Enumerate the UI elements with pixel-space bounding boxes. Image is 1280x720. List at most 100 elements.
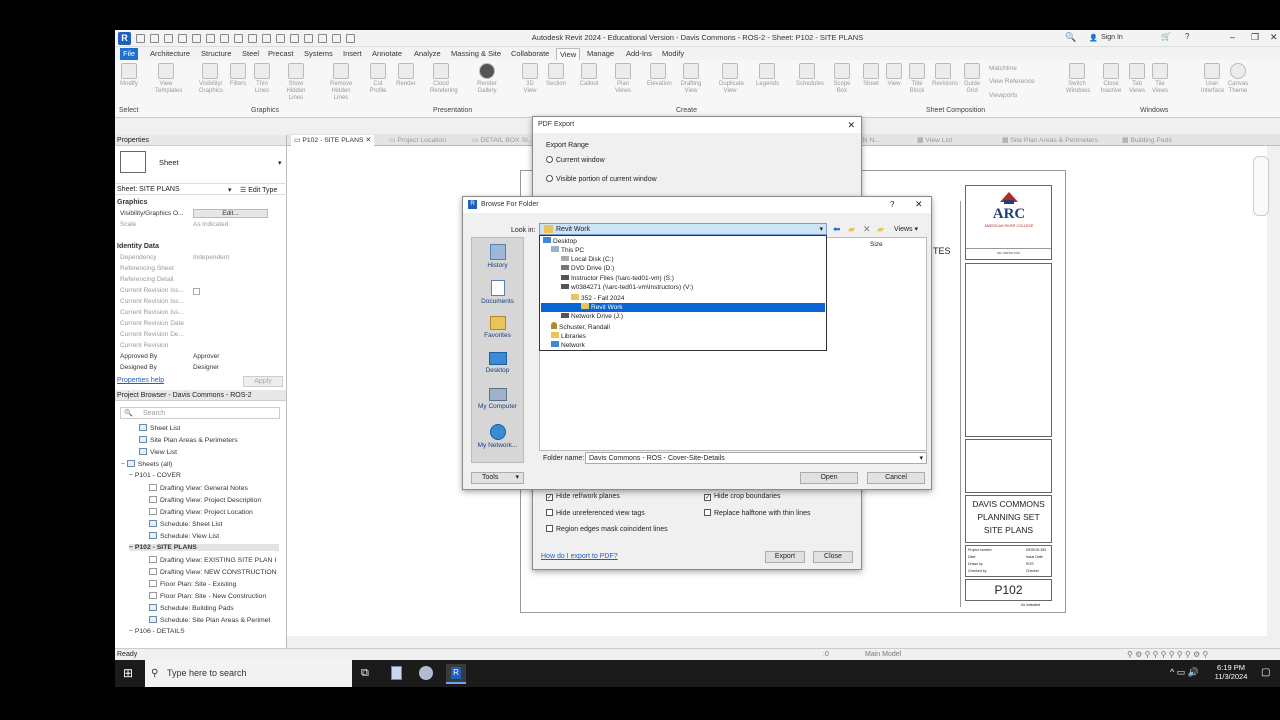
prop-rev-desc[interactable]: Current Revision De... xyxy=(117,330,275,340)
tree-item[interactable]: Drafting View: Project Description xyxy=(149,496,261,504)
selection-filter-icon[interactable]: ⚲ ⚙ ⚲ ⚲ ⚲ ⚲ ⚲ ⚲ ⚙ ⚲ xyxy=(1127,650,1208,659)
panel-select[interactable]: Select xyxy=(119,107,138,114)
instance-selector[interactable]: Sheet: SITE PLANS ▾ ☰ Edit Type xyxy=(115,183,287,195)
3d-view-tool[interactable]: 3D View xyxy=(519,63,541,95)
visibility-graphics-tool[interactable]: Visibility/ Graphics xyxy=(199,63,223,95)
folder-instructor-files[interactable]: Instructor Files (\\arc-ted01-vm) (S:) xyxy=(561,275,674,282)
remove-hidden-lines-tool[interactable]: Remove Hidden Lines xyxy=(330,63,352,102)
scope-box-tool[interactable]: Scope Box xyxy=(831,63,853,95)
rev-issued-checkbox[interactable] xyxy=(193,288,200,295)
place-documents[interactable]: Documents xyxy=(472,280,523,305)
export-button[interactable]: Export xyxy=(765,551,805,563)
viewports-tool[interactable]: Viewports xyxy=(989,92,1017,99)
tab-steel[interactable]: Steel xyxy=(239,48,262,60)
duplicate-view-tool[interactable]: Duplicate View xyxy=(719,63,744,95)
thin-lines-tool[interactable]: Thin Lines xyxy=(251,63,273,95)
tab-modify[interactable]: Modify xyxy=(659,48,687,60)
current-window-radio[interactable]: Current window xyxy=(546,156,605,164)
render-tool[interactable]: Render xyxy=(395,63,417,88)
legends-tool[interactable]: Legends xyxy=(756,63,779,88)
tab-precast[interactable]: Precast xyxy=(265,48,296,60)
replace-halftone-checkbox[interactable]: Replace halftone with thin lines xyxy=(704,509,811,517)
windows-start-icon[interactable]: ⊞ xyxy=(123,666,133,680)
views-menu[interactable]: Views ▾ xyxy=(894,225,918,233)
chrome-icon[interactable] xyxy=(419,666,433,680)
search-icon[interactable]: 🔍 xyxy=(1065,32,1076,43)
pdf-close-icon[interactable]: ✕ xyxy=(847,120,855,131)
group-identity-data[interactable]: Identity Data xyxy=(117,243,159,250)
folder-this-pc[interactable]: This PC xyxy=(551,246,584,254)
edit-vg-button[interactable]: Edit... xyxy=(193,209,268,218)
tree-item[interactable]: Floor Plan: Site - New Construction xyxy=(149,592,266,600)
visible-portion-radio[interactable]: Visible portion of current window xyxy=(546,175,657,183)
delete-icon[interactable]: ✕ xyxy=(863,224,871,235)
place-history[interactable]: History xyxy=(472,244,523,269)
tab-analyze[interactable]: Analyze xyxy=(411,48,444,60)
prop-ref-sheet[interactable]: Referencing Sheet xyxy=(117,264,275,274)
browse-close-icon[interactable]: ✕ xyxy=(915,199,923,210)
back-icon[interactable]: ⬅ xyxy=(833,224,841,235)
active-model[interactable]: Main Model xyxy=(865,651,901,658)
prop-rev-date[interactable]: Current Revision Date xyxy=(117,319,275,329)
elevation-tool[interactable]: Elevation xyxy=(647,63,672,88)
notification-icon[interactable]: ▢ xyxy=(1261,667,1270,678)
prop-scale[interactable]: Scale As indicated xyxy=(117,220,275,230)
tab-views-tool[interactable]: Tab Views xyxy=(1126,63,1148,95)
selector-dropdown-icon[interactable]: ▾ xyxy=(228,186,232,194)
switch-windows-tool[interactable]: Switch Windows xyxy=(1066,63,1090,95)
sheet-tool[interactable]: Sheet xyxy=(860,63,882,88)
tab-massing-site[interactable]: Massing & Site xyxy=(448,48,504,60)
tree-item[interactable]: − P106 - DETAILS xyxy=(129,628,185,635)
place-view-tool[interactable]: View xyxy=(883,63,905,88)
prop-rev[interactable]: Current Revision xyxy=(117,341,275,351)
tile-views-tool[interactable]: Tile Views xyxy=(1149,63,1171,95)
tree-item[interactable]: Schedule: View List xyxy=(149,532,219,540)
folder-network-drive[interactable]: Network Drive (J:) xyxy=(561,313,623,320)
folder-352-fall-2024[interactable]: 352 - Fall 2024 xyxy=(571,294,624,302)
user-icon[interactable]: 👤 xyxy=(1089,34,1098,42)
tab-view[interactable]: View xyxy=(556,48,581,60)
view-reference-tool[interactable]: View Reference xyxy=(989,78,1035,85)
folder-libraries[interactable]: Libraries xyxy=(551,332,586,340)
close-tab-icon[interactable]: ✕ xyxy=(365,137,371,144)
tab-annotate[interactable]: Annotate xyxy=(369,48,405,60)
prop-rev-issued-to[interactable]: Current Revision Iss... xyxy=(117,308,275,318)
matchline-tool[interactable]: Matchline xyxy=(989,65,1017,72)
folder-local-disk[interactable]: Local Disk (C:) xyxy=(561,256,614,263)
drafting-view-tool[interactable]: Drafting View xyxy=(680,63,702,95)
browser-search-input[interactable]: 🔍 Search xyxy=(120,407,280,419)
guide-grid-tool[interactable]: Guide Grid xyxy=(961,63,983,95)
up-folder-icon[interactable]: ▰ xyxy=(848,224,855,235)
folder-desktop[interactable]: Desktop xyxy=(543,237,577,245)
tab-insert[interactable]: Insert xyxy=(340,48,365,60)
tree-item[interactable]: Drafting View: NEW CONSTRUCTION xyxy=(149,568,277,576)
prop-designed-by[interactable]: Designed By Designer xyxy=(117,363,275,373)
open-button[interactable]: Open xyxy=(800,472,858,484)
prop-rev-issued[interactable]: Current Revision Iss... xyxy=(117,286,275,296)
tab-architecture[interactable]: Architecture xyxy=(147,48,193,60)
view-tab-site-areas[interactable]: ▦ Site Plan Areas & Perimeters xyxy=(1002,135,1098,146)
notepad-icon[interactable] xyxy=(391,666,402,680)
hide-crop-boundaries-checkbox[interactable]: ✓ Hide crop boundaries xyxy=(704,493,781,501)
tab-file[interactable]: File xyxy=(120,48,139,60)
clock[interactable]: 6:19 PM 11/3/2024 xyxy=(1213,663,1249,681)
tab-manage[interactable]: Manage xyxy=(584,48,617,60)
edit-type-button[interactable]: ☰ Edit Type xyxy=(240,186,277,194)
tree-item[interactable]: − P101 - COVER xyxy=(129,472,181,479)
cart-icon[interactable]: 🛒 xyxy=(1161,32,1171,41)
folder-revit-work-selected[interactable]: Revit Work xyxy=(541,303,825,312)
cut-profile-tool[interactable]: Cut Profile xyxy=(367,63,389,95)
tree-item[interactable]: Drafting View: Project Location xyxy=(149,508,253,516)
revit-taskbar-button[interactable]: R xyxy=(446,664,466,684)
place-desktop[interactable]: Desktop xyxy=(472,352,523,374)
section-tool[interactable]: Section xyxy=(545,63,567,88)
minimize-button[interactable]: – xyxy=(1230,32,1235,42)
look-in-dropdown[interactable]: Revit Work ▾ xyxy=(539,223,827,235)
tab-systems[interactable]: Systems xyxy=(301,48,336,60)
maximize-button[interactable]: ❐ xyxy=(1251,32,1259,43)
task-view-icon[interactable]: ⧉ xyxy=(361,667,369,680)
view-tab-view-list[interactable]: ▦ View List xyxy=(917,135,952,146)
folder-network[interactable]: Network xyxy=(551,341,585,349)
folder-dvd-drive[interactable]: DVD Drive (D:) xyxy=(561,265,614,272)
hide-unreferenced-tags-checkbox[interactable]: Hide unreferenced view tags xyxy=(546,509,645,517)
